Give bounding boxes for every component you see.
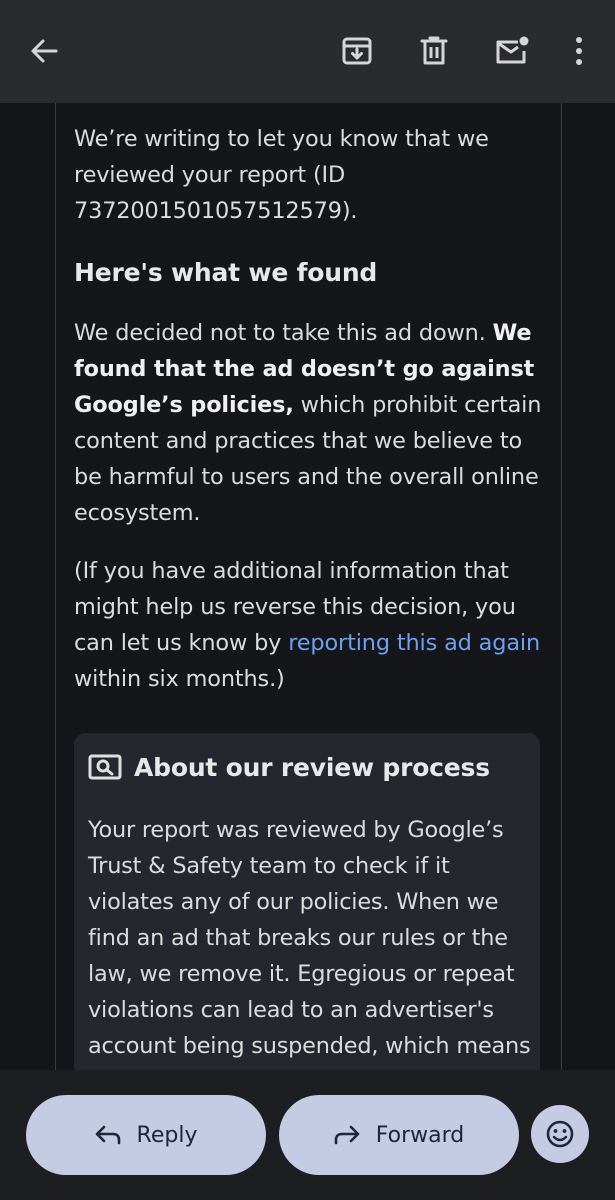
intro-paragraph: We’re writing to let you know that we re… xyxy=(74,126,489,224)
card-header: About our review process xyxy=(88,750,490,786)
card-title: About our review process xyxy=(134,753,490,782)
forward-icon xyxy=(334,1125,360,1145)
more-options-button[interactable] xyxy=(554,26,604,76)
reply-icon xyxy=(95,1125,120,1145)
emoji-icon xyxy=(546,1120,574,1148)
section-heading: Here's what we found xyxy=(74,258,378,287)
emoji-reaction-button[interactable] xyxy=(531,1105,589,1163)
archive-button[interactable] xyxy=(332,26,382,76)
forward-label: Forward xyxy=(375,1122,465,1148)
finding-paragraph: We decided not to take this ad down. We … xyxy=(74,315,544,531)
mark-unread-button[interactable] xyxy=(487,26,537,76)
card-body: Your report was reviewed by Google’s Tru… xyxy=(88,812,534,1070)
finding-text-start: We decided not to take this ad down. xyxy=(74,320,493,346)
mail-unread-icon xyxy=(496,36,529,64)
followup-text-end: within six months.) xyxy=(74,666,285,692)
reply-label: Reply xyxy=(136,1122,198,1148)
reply-button[interactable]: Reply xyxy=(26,1095,266,1175)
trash-icon xyxy=(420,36,448,65)
arrow-left-icon xyxy=(31,39,58,63)
report-again-link[interactable]: reporting this ad again xyxy=(288,630,540,656)
forward-button[interactable]: Forward xyxy=(279,1095,519,1175)
search-document-icon xyxy=(88,754,122,780)
more-vert-icon xyxy=(576,37,582,65)
followup-paragraph: (If you have additional information that… xyxy=(74,553,544,697)
bottom-action-bar: Reply Forward xyxy=(0,1070,615,1200)
review-process-card: About our review process Your report was… xyxy=(74,733,540,1070)
top-app-bar xyxy=(0,0,615,103)
email-content: We’re writing to let you know that we re… xyxy=(74,121,544,697)
card-body-text: Your report was reviewed by Google’s Tru… xyxy=(88,817,531,1070)
delete-button[interactable] xyxy=(409,26,459,76)
back-button[interactable] xyxy=(19,26,69,76)
email-body: We’re writing to let you know that we re… xyxy=(55,103,562,1070)
archive-icon xyxy=(342,37,372,65)
